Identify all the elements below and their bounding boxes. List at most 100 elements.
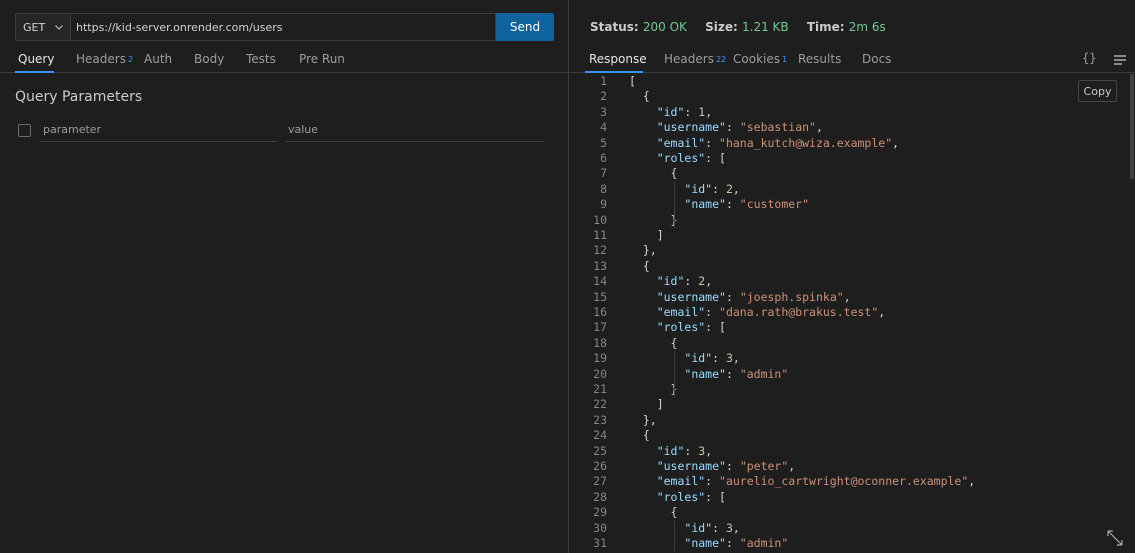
query-param-row: parameter value [18,121,544,143]
code-text: { [629,258,650,273]
indent-guide [673,520,675,552]
code-text: "name": "admin" [684,366,789,381]
scrollbar-thumb[interactable] [1130,74,1134,179]
query-parameters-title: Query Parameters [15,89,143,105]
size-item: Size: 1.21 KB [705,20,789,34]
tab-label: Auth [144,52,173,66]
line-number: 7 [600,166,607,181]
tab-count-badge: 22 [715,55,727,64]
line-number: 22 [593,397,607,412]
line-number: 1 [600,74,607,88]
line-number: 17 [593,320,607,335]
code-text: "id": 3, [684,351,740,366]
tab-response[interactable]: Response [589,52,647,66]
code-text: "username": "peter", [656,459,796,473]
chevron-down-icon [55,25,64,30]
line-number: 14 [593,274,607,289]
braces-icon[interactable]: {} [1082,51,1096,65]
tab-results[interactable]: Results [798,52,841,66]
indent-guide [673,181,675,228]
code-text: "name": "customer" [684,197,810,212]
tab-label: Cookies [733,52,780,66]
tab-label: Docs [862,52,892,66]
code-text: "roles": [ [656,489,726,504]
tab-query[interactable]: Query [18,52,54,66]
line-number: 27 [593,474,607,489]
indent-guide [673,351,675,398]
tab-count-badge: 1 [781,55,788,64]
tab-label: Headers [664,52,714,66]
size-value: 1.21 KB [742,20,789,34]
tab-response-headers[interactable]: Headers 22 [664,52,726,66]
line-number: 12 [593,243,607,258]
tab-label: Headers [76,52,126,66]
code-text: "id": 3, [656,443,713,458]
vertical-scrollbar[interactable] [1129,74,1135,553]
size-label: Size: [705,20,738,34]
tab-tests[interactable]: Tests [246,52,276,66]
code-text: { [629,428,650,443]
tab-docs[interactable]: Docs [862,52,891,66]
line-number: 4 [600,120,607,135]
code-text: "id": 1, [656,104,713,119]
code-text: "email": "aurelio_cartwright@oconner.exa… [656,474,976,489]
tab-pre-run[interactable]: Pre Run [299,52,345,66]
code-text: "id": 3, [684,520,740,535]
hamburger-menu-icon[interactable] [1114,55,1126,65]
code-text: } [629,212,678,227]
code-text: }, [629,243,657,258]
line-number: 28 [593,489,607,504]
line-number: 23 [593,412,607,427]
method-select[interactable]: GET [15,13,70,41]
code-text: "email": "dana.rath@brakus.test", [656,305,886,319]
line-number: 15 [593,289,607,304]
line-number: 11 [593,228,607,242]
url-bar: GET https://kid-server.onrender.com/user… [15,13,554,41]
time-value: 2m 6s [848,20,886,34]
line-number: 16 [593,305,607,319]
line-number: 31 [593,536,607,550]
url-input[interactable]: https://kid-server.onrender.com/users [70,13,496,41]
line-number: 3 [600,104,607,119]
tab-label: Tests [246,52,276,66]
expand-arrows-icon[interactable] [1106,529,1124,547]
line-number: 24 [593,428,607,443]
code-text: "username": "sebastian", [656,120,823,135]
code-text: { [629,505,678,520]
line-number: 10 [593,212,607,227]
tab-label: Query [18,52,55,66]
tab-cookies[interactable]: Cookies 1 [733,52,787,66]
tab-body[interactable]: Body [194,52,224,66]
param-enable-checkbox[interactable] [18,124,31,137]
param-value-input[interactable]: value [285,121,544,142]
tab-auth[interactable]: Auth [144,52,172,66]
copy-button[interactable]: Copy [1078,80,1117,102]
code-text: "id": 2, [656,274,713,289]
line-number: 9 [600,197,607,212]
status-label: Status: [590,20,639,34]
code-text: } [629,382,678,396]
request-tabs: Query Headers 2 Auth Body Tests Pre Run [0,49,568,73]
code-text: [ [629,74,636,88]
tab-count-badge: 2 [127,55,134,64]
line-number: 19 [593,351,607,366]
active-tab-indicator [15,71,54,73]
code-text: "username": "joesph.spinka", [656,289,851,304]
tab-headers[interactable]: Headers 2 [76,52,133,66]
status-value: 200 OK [642,20,687,34]
line-number: 26 [593,459,607,473]
response-code-editor[interactable]: 1 [2 {3 "id": 1, 4 "username": "sebastian"… [569,74,1129,553]
tab-label: Response [589,52,647,66]
code-text: { [629,166,678,181]
response-tabs: Response Headers 22 Cookies 1 Results Docs… [569,49,1135,73]
line-number: 20 [593,366,607,381]
code-text: "id": 2, [684,181,740,196]
param-name-input[interactable]: parameter [40,121,277,142]
code-text: "email": "hana_kutch@wiza.example", [656,135,900,150]
tab-label: Pre Run [299,52,345,66]
code-text: "roles": [ [656,320,726,335]
code-text: "roles": [ [656,151,726,165]
line-number: 29 [593,505,607,520]
code-text: }, [629,412,657,427]
send-button[interactable]: Send [496,13,554,41]
